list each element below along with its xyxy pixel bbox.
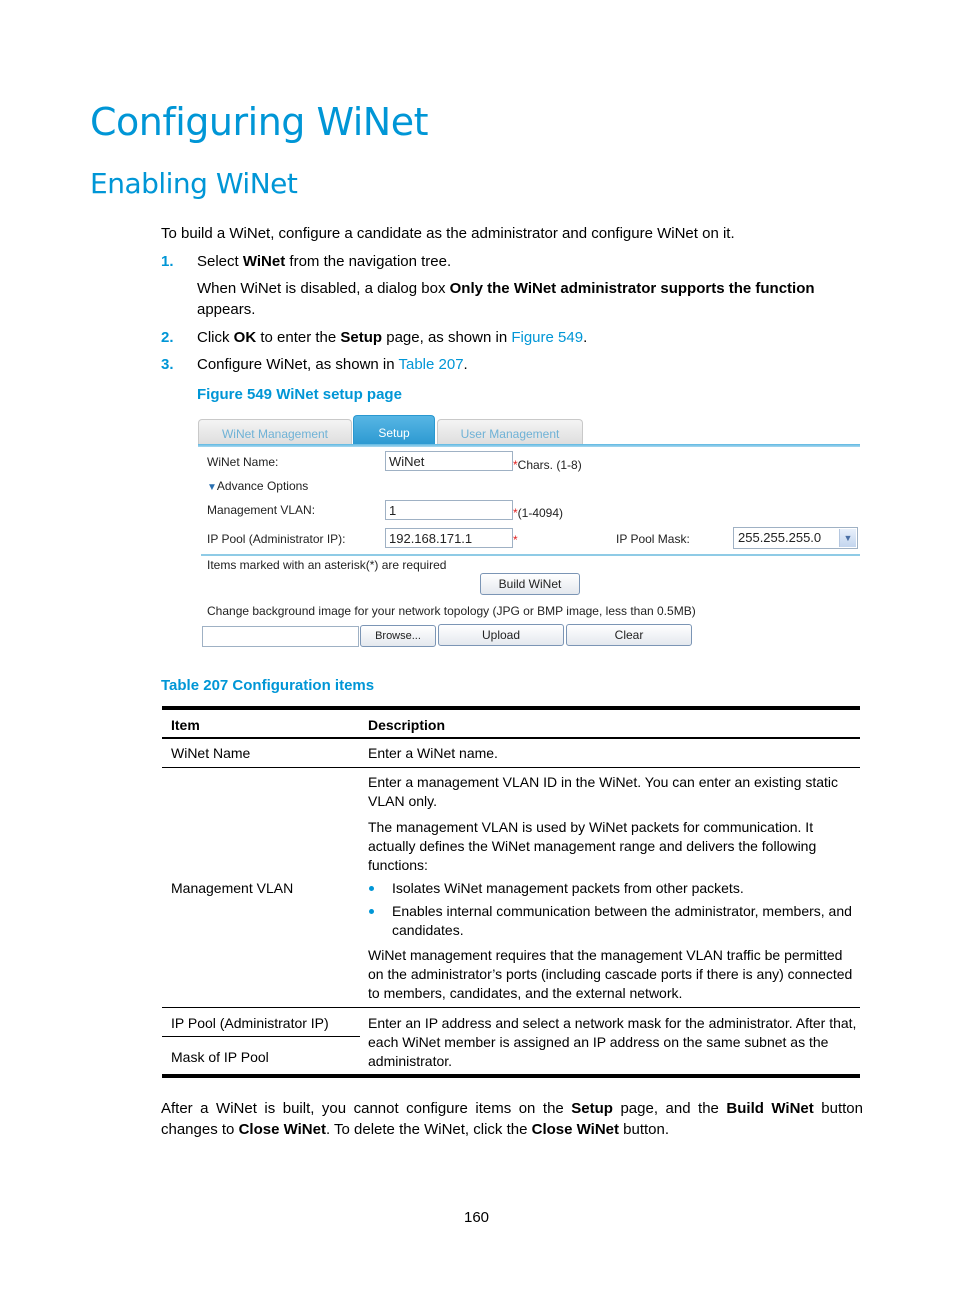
- ip-pool-label: IP Pool (Administrator IP):: [207, 532, 346, 546]
- chevron-down-icon[interactable]: ▼: [839, 529, 856, 547]
- text: Configure WiNet, as shown in: [197, 356, 399, 373]
- bold-term: Close WiNet: [531, 1121, 619, 1138]
- text: . To delete the WiNet, click the: [325, 1121, 532, 1138]
- step-2: 2.: [161, 328, 174, 347]
- intro-text: To build a WiNet, configure a candidate …: [161, 225, 735, 242]
- row-rule: [162, 1036, 360, 1037]
- hint-text: Chars. (1-8): [517, 458, 582, 472]
- row-rule: [162, 1007, 860, 1008]
- step-1-note: When WiNet is disabled, a dialog box Onl…: [197, 279, 847, 298]
- advance-options-label: Advance Options: [216, 479, 309, 493]
- mgmt-vlan-input[interactable]: 1: [385, 500, 513, 520]
- ip-pool-input[interactable]: 192.168.171.1: [385, 528, 513, 548]
- bold-term: WiNet: [242, 253, 286, 270]
- bullet-icon: [369, 886, 374, 891]
- required-asterisk: *: [513, 533, 518, 547]
- bg-image-note: Change background image for your network…: [207, 604, 696, 618]
- bullet-item: Enables internal communication between t…: [392, 903, 852, 938]
- page-number: 160: [464, 1209, 490, 1226]
- hint-text: (1-4094): [517, 506, 564, 520]
- header-description: Description: [368, 717, 446, 733]
- text: .: [463, 356, 468, 373]
- browse-button[interactable]: Browse...: [360, 625, 436, 647]
- step-3-text: Configure WiNet, as shown in Table 207.: [197, 355, 468, 374]
- table-row-item: IP Pool (Administrator IP): [171, 1015, 329, 1031]
- advance-options-toggle[interactable]: ▼Advance Options: [207, 479, 308, 493]
- table-row-item: Management VLAN: [171, 880, 294, 896]
- text: .: [583, 329, 588, 346]
- table-row-item: Mask of IP Pool: [171, 1049, 269, 1065]
- text: page, as shown in: [382, 329, 512, 346]
- table-row-description: The management VLAN is used by WiNet pac…: [368, 819, 817, 873]
- bullet-item: Isolates WiNet management packets from o…: [392, 880, 744, 896]
- page-title: Configuring WiNet: [90, 100, 428, 144]
- table-row-description: Enter a management VLAN ID in the WiNet.…: [368, 774, 839, 809]
- table-caption: Table 207 Configuration items: [161, 677, 375, 694]
- header-rule: [162, 737, 860, 739]
- step-1: 1.: [161, 252, 174, 271]
- table-bottom-rule: [162, 1074, 860, 1078]
- row-rule: [162, 767, 860, 768]
- step-3: 3.: [161, 355, 174, 374]
- tab-user-management[interactable]: User Management: [437, 419, 583, 446]
- step-1-text: Select WiNet from the navigation tree.: [197, 252, 451, 271]
- ip-mask-select[interactable]: 255.255.255.0 ▼: [733, 527, 858, 549]
- separator-line: [201, 554, 860, 556]
- tab-winet-management[interactable]: WiNet Management: [198, 419, 352, 446]
- text: page, and the: [612, 1100, 727, 1117]
- table-row-description: WiNet management requires that the manag…: [368, 947, 853, 1001]
- table-top-rule: [162, 706, 860, 710]
- text: After a WiNet is built, you cannot confi…: [161, 1100, 572, 1117]
- file-path-input[interactable]: [202, 626, 359, 647]
- text: to enter the: [256, 329, 341, 346]
- ip-mask-label: IP Pool Mask:: [616, 532, 690, 546]
- clear-button[interactable]: Clear: [566, 624, 692, 646]
- text: button.: [619, 1121, 670, 1138]
- outro-line-2: changes to Close WiNet. To delete the Wi…: [161, 1120, 669, 1139]
- triangle-down-icon: ▼: [207, 482, 217, 493]
- section-title: Enabling WiNet: [90, 167, 298, 200]
- dialog-name: Only the WiNet administrator supports th…: [449, 280, 815, 297]
- required-note: Items marked with an asterisk(*) are req…: [207, 558, 447, 572]
- bold-term: Setup: [571, 1100, 613, 1117]
- table-row-description: Enter an IP address and select a network…: [368, 1015, 857, 1069]
- table-link[interactable]: Table 207: [398, 356, 463, 373]
- winet-name-input[interactable]: WiNet: [385, 451, 513, 471]
- text: When WiNet is disabled, a dialog box: [197, 280, 450, 297]
- header-item: Item: [171, 717, 200, 733]
- figure-caption: Figure 549 WiNet setup page: [197, 386, 402, 403]
- step-number: 2.: [161, 329, 174, 346]
- bold-term: Close WiNet: [238, 1121, 326, 1138]
- text: button: [813, 1100, 863, 1117]
- figure-link[interactable]: Figure 549: [511, 329, 583, 346]
- upload-button[interactable]: Upload: [438, 624, 564, 646]
- winet-name-hint: *Chars. (1-8): [513, 458, 582, 472]
- build-winet-button[interactable]: Build WiNet: [480, 573, 580, 595]
- winet-setup-figure: WiNet Management Setup User Management W…: [198, 413, 860, 653]
- step-number: 3.: [161, 356, 174, 373]
- text: Select: [197, 253, 243, 270]
- mgmt-vlan-label: Management VLAN:: [207, 503, 316, 517]
- bold-term: OK: [233, 329, 257, 346]
- tab-underline: [198, 444, 860, 447]
- text: Click: [197, 329, 234, 346]
- mgmt-vlan-hint: *(1-4094): [513, 506, 563, 520]
- step-1-note-end: appears.: [197, 301, 256, 318]
- bullet-icon: [369, 909, 374, 914]
- tab-bar: WiNet Management Setup User Management: [198, 413, 860, 447]
- text: changes to: [161, 1121, 239, 1138]
- ip-mask-value: 255.255.255.0: [738, 530, 822, 545]
- bold-term: Setup: [340, 329, 383, 346]
- text: from the navigation tree.: [285, 253, 452, 270]
- outro-line-1: After a WiNet is built, you cannot confi…: [161, 1099, 863, 1118]
- tab-setup[interactable]: Setup: [353, 415, 435, 446]
- table-row-item: WiNet Name: [171, 745, 251, 761]
- step-2-text: Click OK to enter the Setup page, as sho…: [197, 328, 587, 347]
- bold-term: Build WiNet: [726, 1100, 814, 1117]
- winet-name-label: WiNet Name:: [207, 455, 279, 469]
- step-number: 1.: [161, 253, 174, 270]
- table-row-description: Enter a WiNet name.: [368, 745, 498, 761]
